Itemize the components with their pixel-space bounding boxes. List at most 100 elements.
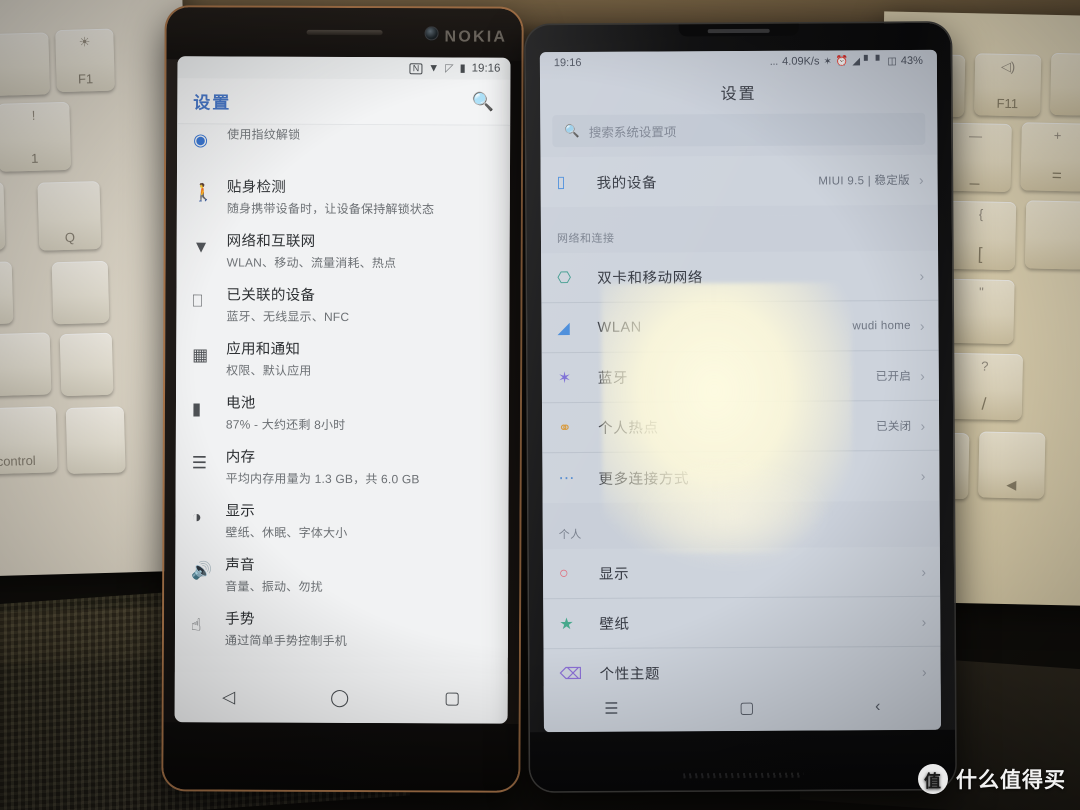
list-item[interactable]: ▮ 电池 87% - 大约还剩 8小时 [176, 386, 509, 441]
list-item[interactable]: ⎕ 已关联的设备 蓝牙、无线显示、NFC [176, 278, 509, 333]
key-esc[interactable]: esc [0, 32, 50, 98]
key-f1[interactable]: ☀ F1 [55, 28, 115, 93]
key-control[interactable]: control [0, 406, 58, 475]
list-item-title: 声音 [225, 557, 255, 574]
list-item[interactable]: 🚶 贴身检测 随身携带设备时，让设备保持解锁状态 [177, 170, 510, 225]
key-quote[interactable]: " [947, 278, 1015, 345]
more-dots-icon: ... [769, 56, 779, 68]
signal-icon: ▘ [863, 55, 872, 67]
key-bracket-left[interactable]: { [ [944, 200, 1017, 271]
row-label: WLAN [597, 319, 642, 336]
miui-navigation-bar[interactable]: ☰ ▢ ‹ [543, 683, 941, 733]
key-f12[interactable] [1050, 52, 1080, 117]
chevron-right-icon: › [921, 613, 927, 630]
row-label: 更多连接方式 [598, 470, 690, 488]
nokia-front-camera [424, 26, 439, 41]
key-1[interactable]: ! 1 [0, 101, 72, 172]
list-item-subtitle: 87% - 大约还剩 8小时 [225, 417, 346, 433]
xiaomi-speaker-grille [682, 772, 803, 779]
list-item[interactable]: ☝ 手势 通过简单手势控制手机 [175, 602, 508, 657]
search-input[interactable]: 🔍 搜索系统设置项 [552, 112, 926, 148]
chevron-right-icon: › [920, 467, 926, 484]
list-item-subtitle: 平均内存用量为 1.3 GB，共 6.0 GB [225, 471, 420, 487]
chevron-right-icon: › [921, 563, 927, 580]
key-arrow-left[interactable]: ◀ [978, 431, 1046, 499]
fingerprint-icon: ◉ [193, 130, 209, 150]
miui-clock: 19:16 [553, 56, 582, 70]
nokia-navigation-bar[interactable]: ◁ ◯ ▢ [174, 672, 508, 724]
list-item[interactable]: ▦ 应用和通知 权限、默认应用 [176, 332, 509, 387]
phone-icon: ▯ [556, 174, 566, 192]
row-dual-sim[interactable]: ⎔ 双卡和移动网络 › [541, 250, 939, 304]
list-item-title: 显示 [225, 503, 256, 520]
nokia-status-bar: N ▼ ◸ ▮ 19:16 [177, 56, 511, 80]
key-shift[interactable] [0, 332, 52, 399]
key-bracket-right[interactable] [1024, 200, 1080, 270]
key-tab[interactable] [0, 181, 6, 253]
list-item-subtitle: 壁纸、休眠、字体大小 [225, 525, 348, 541]
xiaomi-phone: 19:16 ... 4.09K/s ✶ ⏰ ◢ ▘ ▘ ◫ 43% 设置 🔍 搜 [525, 22, 956, 792]
key-equal-lower: = [1051, 165, 1062, 186]
row-hotspot[interactable]: ⚭ 个人热点 已关闭 › [541, 400, 940, 454]
key-1-lower: 1 [30, 150, 39, 166]
list-item-subtitle: 蓝牙、无线显示、NFC [226, 309, 350, 325]
row-label: 蓝牙 [597, 370, 629, 387]
chevron-right-icon: › [919, 267, 925, 284]
list-item-title: 手势 [225, 611, 255, 628]
key-f11[interactable]: ◁) F11 [974, 53, 1042, 117]
key-capslock[interactable]: s lock [0, 261, 14, 327]
signal-off-icon: ◸ [445, 61, 454, 74]
row-wlan[interactable]: ◢ WLAN wudi home › [541, 300, 939, 354]
miui-network-card: ⎔ 双卡和移动网络 › ◢ WLAN wudi home › ✶ 蓝牙 已开启 … [541, 250, 940, 504]
row-my-device[interactable]: ▯ 我的设备 MIUI 9.5 | 稳定版 › [540, 155, 937, 207]
list-item[interactable]: ◑ 显示 壁纸、休眠、字体大小 [175, 494, 508, 549]
battery-icon: ◫ [887, 55, 897, 67]
home-button[interactable]: ◯ [330, 688, 349, 708]
key-equal[interactable]: + = [1020, 122, 1080, 192]
bluetooth-icon: ✶ [823, 55, 832, 67]
key-plus-upper: + [1053, 127, 1062, 144]
nokia-settings-list[interactable]: ◉ 使用指纹解锁 🚶 贴身检测 随身携带设备时，让设备保持解锁状态 ▼ 网络和互… [174, 124, 511, 658]
list-item-subtitle: 权限、默认应用 [226, 363, 312, 378]
row-label: 双卡和移动网络 [597, 270, 703, 287]
more-dots-icon: ⋯ [558, 470, 575, 488]
search-icon: 🔍 [564, 123, 580, 138]
wifi-icon: ◢ [557, 319, 570, 337]
list-item-subtitle: WLAN、移动、流量消耗、热点 [226, 255, 397, 271]
key-q[interactable]: Q [37, 181, 102, 251]
group-label-personal: 个人 [542, 510, 940, 550]
recents-button[interactable]: ▢ [444, 688, 460, 708]
list-item[interactable]: ◉ 使用指纹解锁 [177, 124, 510, 171]
nfc-icon: N [409, 62, 423, 74]
watermark-text: 什么值得买 [956, 769, 1066, 792]
list-item-title: 内存 [225, 449, 256, 466]
menu-button[interactable]: ☰ [604, 699, 618, 719]
list-item-subtitle: 音量、振动、勿扰 [225, 579, 323, 595]
back-button[interactable]: ◁ [222, 687, 235, 707]
key-minus-lower: _ [969, 166, 980, 186]
row-wallpaper[interactable]: ★ 壁纸 › [543, 596, 941, 650]
row-label: 个人热点 [598, 420, 659, 437]
row-bluetooth[interactable]: ✶ 蓝牙 已开启 › [541, 350, 939, 404]
volume-icon: 🔊 [191, 561, 213, 581]
key-slash[interactable]: ? / [945, 352, 1024, 421]
photo-scene: esc ☀ F1 ~ ` ! 1 Q s lock control [0, 0, 1080, 810]
key-a[interactable] [51, 260, 110, 325]
key-1-upper: ! [31, 107, 36, 123]
key-q-label: Q [64, 229, 76, 245]
list-item[interactable]: 🔊 声音 音量、振动、勿扰 [175, 548, 508, 603]
xiaomi-earpiece [707, 28, 770, 34]
gesture-icon: ☝ [190, 615, 202, 635]
key-z[interactable] [59, 332, 114, 397]
row-more-connections[interactable]: ⋯ 更多连接方式 › [542, 451, 939, 503]
chevron-right-icon: › [920, 417, 926, 434]
key-bracket-upper: { [978, 206, 984, 222]
row-display[interactable]: ○ 显示 › [542, 546, 941, 600]
home-button[interactable]: ▢ [739, 698, 754, 718]
list-item[interactable]: ☰ 内存 平均内存用量为 1.3 GB，共 6.0 GB [176, 440, 509, 495]
search-icon[interactable]: 🔍 [472, 92, 495, 113]
chevron-right-icon: › [918, 171, 924, 188]
key-option-left[interactable] [65, 406, 126, 475]
list-item[interactable]: ▼ 网络和互联网 WLAN、移动、流量消耗、热点 [177, 224, 510, 279]
back-button[interactable]: ‹ [875, 698, 880, 716]
